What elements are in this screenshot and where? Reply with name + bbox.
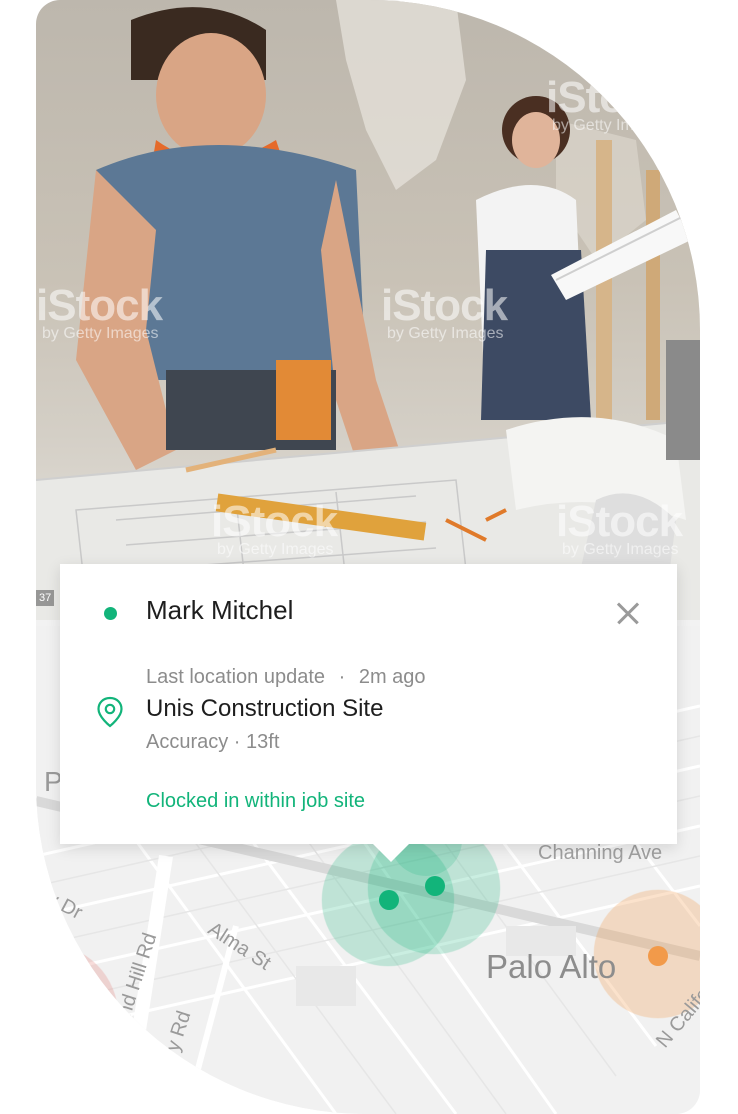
clock-in-status: Clocked in within job site: [146, 790, 365, 812]
employee-location-popup: Mark Mitchel Last location update · 2m a…: [60, 564, 677, 862]
watermark: iStock by Getty Images: [556, 497, 683, 558]
watermark: iStock by Getty Images: [36, 281, 163, 342]
worker-marker[interactable]: [425, 876, 445, 896]
location-accuracy: Accuracy · 13ft: [146, 731, 280, 753]
employee-name: Mark Mitchel: [146, 595, 294, 625]
last-location-update: Last location update · 2m ago: [146, 666, 426, 688]
close-icon[interactable]: [608, 594, 648, 634]
watermark: iStock by Getty Images: [211, 497, 338, 558]
app-card: iStock by Getty Images iStock by Getty I…: [36, 0, 700, 1114]
site-radius-pink[interactable]: [36, 943, 119, 1089]
map-label-channing: Channing Ave: [538, 842, 663, 864]
construction-photo: iStock by Getty Images iStock by Getty I…: [36, 0, 700, 620]
watermark: iStock by Getty Images: [381, 281, 508, 342]
photo-id: 37: [36, 590, 55, 606]
worker-marker[interactable]: [379, 890, 399, 910]
map-label-city: Palo Alto: [486, 948, 617, 985]
site-marker-orange[interactable]: [648, 946, 668, 966]
online-status-dot: [104, 607, 117, 620]
watermark: iStock by Getty Images: [546, 73, 673, 134]
job-site-name: Unis Construction Site: [146, 695, 384, 722]
location-pin-icon: [97, 696, 123, 728]
